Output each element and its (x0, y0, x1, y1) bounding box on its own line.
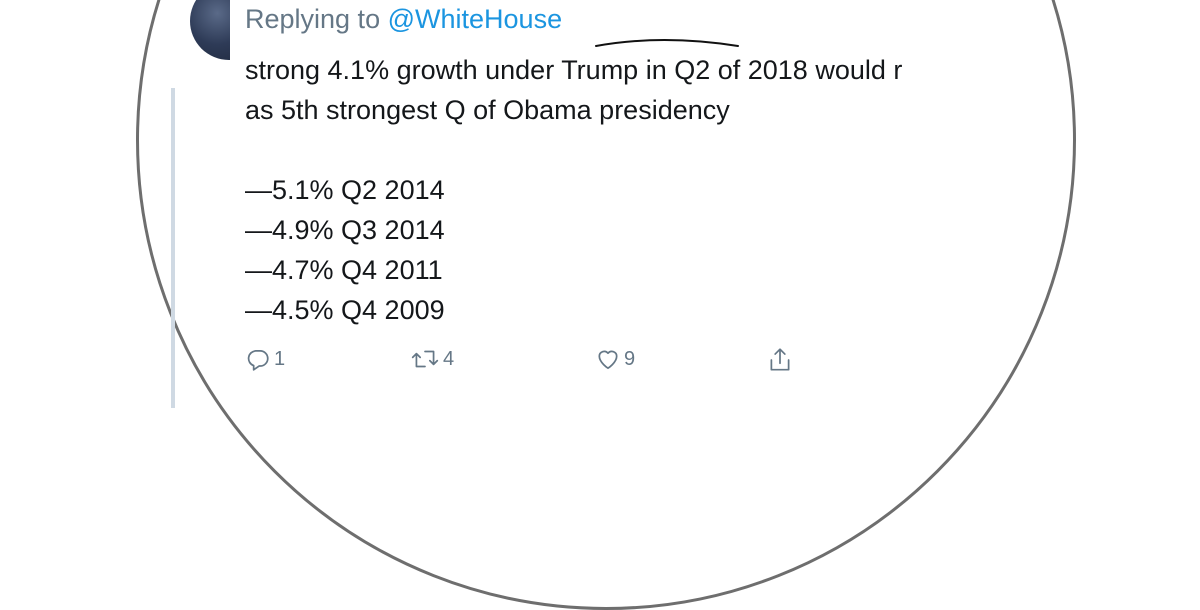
reply-count: 1 (274, 347, 286, 370)
tweet-action-bar: 1 4 9 (245, 346, 805, 376)
tweet-text-line: as 5th strongest Q of Obama presidency (245, 95, 730, 125)
like-button[interactable]: 9 (595, 346, 635, 372)
tweet-text-line: —5.1% Q2 2014 (245, 175, 445, 205)
thread-connector-line (171, 88, 175, 408)
reply-icon (247, 350, 269, 371)
retweet-count: 4 (443, 347, 455, 370)
avatar[interactable] (190, 0, 230, 64)
replying-to-label: Replying to (245, 4, 381, 34)
tweet-text-line: —4.9% Q3 2014 (245, 215, 445, 245)
reply-button[interactable]: 1 (245, 346, 285, 372)
tweet-body: strong 4.1% growth under Trump in Q2 of … (245, 50, 1015, 330)
like-count: 9 (624, 347, 636, 370)
avatar-image (190, 0, 230, 60)
heart-icon (598, 350, 618, 370)
share-button[interactable] (767, 346, 793, 374)
replying-to-handle-link[interactable]: @WhiteHouse (388, 4, 562, 34)
share-icon (770, 348, 790, 371)
tweet-text-line: —4.5% Q4 2009 (245, 295, 445, 325)
retweet-icon (411, 350, 439, 368)
replying-to-line: Replying to @WhiteHouse (245, 4, 562, 35)
retweet-button[interactable]: 4 (410, 346, 454, 372)
tweet-text-line: —4.7% Q4 2011 (245, 255, 443, 285)
tweet-text-line: strong 4.1% growth under Trump in Q2 of … (245, 55, 903, 85)
